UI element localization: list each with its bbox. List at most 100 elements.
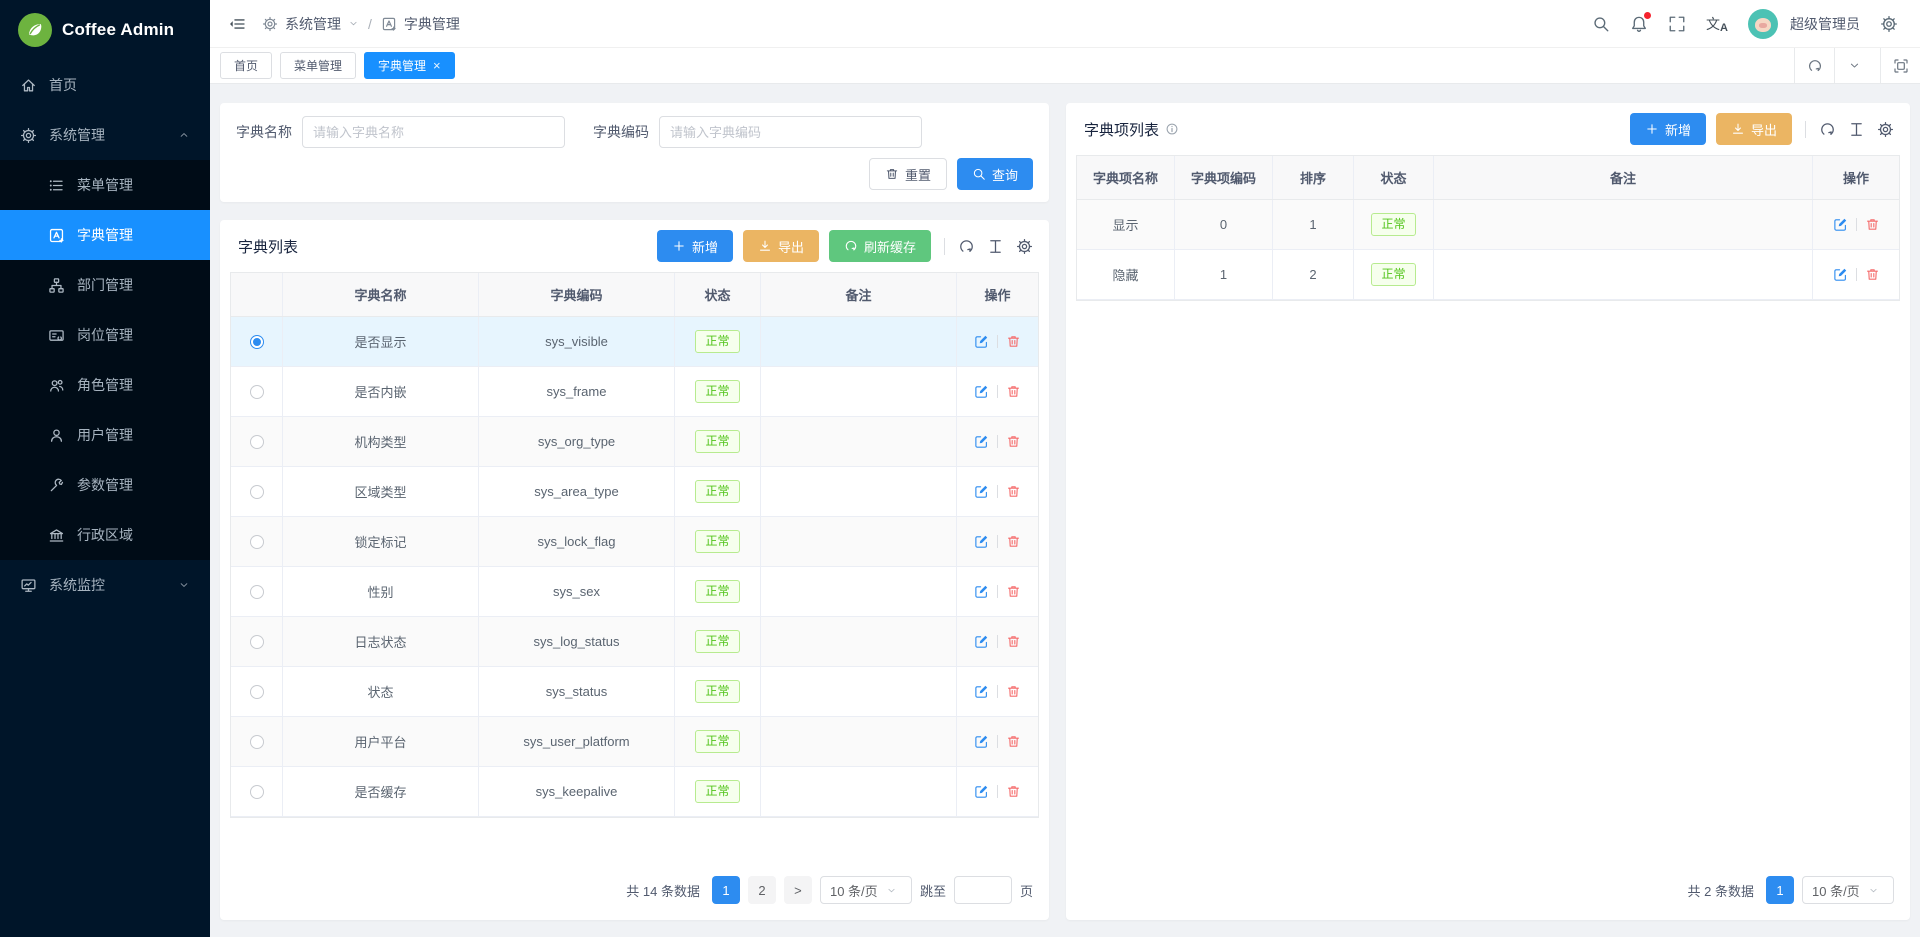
delete-icon[interactable]: [1006, 534, 1021, 549]
row-select-radio[interactable]: [250, 585, 264, 599]
edit-icon[interactable]: [974, 684, 989, 699]
sidebar-item-home[interactable]: 首页: [0, 60, 210, 110]
page-button-1[interactable]: 1: [712, 876, 740, 904]
info-icon[interactable]: [1165, 122, 1179, 136]
export-dict-items-button[interactable]: 导出: [1716, 113, 1792, 145]
delete-icon[interactable]: [1006, 334, 1021, 349]
table-row[interactable]: 锁定标记 sys_lock_flag 正常: [231, 517, 1038, 567]
user-name[interactable]: 超级管理员: [1790, 14, 1860, 34]
delete-icon[interactable]: [1006, 684, 1021, 699]
add-dict-item-button[interactable]: 新增: [1630, 113, 1706, 145]
refresh-icon[interactable]: [1819, 121, 1836, 138]
export-dict-button[interactable]: 导出: [743, 230, 819, 262]
edit-icon[interactable]: [974, 334, 989, 349]
row-select-radio[interactable]: [250, 335, 264, 349]
settings-icon[interactable]: [1016, 238, 1033, 255]
refresh-icon[interactable]: [958, 238, 975, 255]
table-row[interactable]: 是否缓存 sys_keepalive 正常: [231, 767, 1038, 817]
row-select-radio[interactable]: [250, 635, 264, 649]
app-logo[interactable]: Coffee Admin: [0, 0, 210, 60]
search-button[interactable]: 查询: [957, 158, 1033, 190]
content-fullscreen-button[interactable]: [1880, 48, 1920, 84]
density-icon[interactable]: [1848, 121, 1865, 138]
row-select-radio[interactable]: [250, 385, 264, 399]
sidebar-item-param-mgmt[interactable]: 参数管理: [0, 460, 210, 510]
edit-icon[interactable]: [1833, 267, 1848, 282]
page-size-select[interactable]: 10 条/页: [820, 876, 912, 904]
close-tab-icon[interactable]: ×: [433, 59, 441, 72]
next-page-button[interactable]: >: [784, 876, 812, 904]
sidebar-item-system-monitor[interactable]: 系统监控: [0, 560, 210, 610]
row-select-radio[interactable]: [250, 485, 264, 499]
table-row[interactable]: 隐藏 1 2 正常: [1077, 250, 1899, 300]
table-row[interactable]: 显示 0 1 正常: [1077, 200, 1899, 250]
delete-icon[interactable]: [1006, 434, 1021, 449]
user-icon: [48, 427, 65, 444]
page-button-2[interactable]: 2: [748, 876, 776, 904]
table-row[interactable]: 状态 sys_status 正常: [231, 667, 1038, 717]
sidebar-item-dict-mgmt[interactable]: 字典管理: [0, 210, 210, 260]
row-select-radio[interactable]: [250, 685, 264, 699]
tab-dict-mgmt[interactable]: 字典管理 ×: [364, 52, 455, 79]
row-select-radio[interactable]: [250, 735, 264, 749]
edit-icon[interactable]: [974, 734, 989, 749]
density-icon[interactable]: [987, 238, 1004, 255]
table-row[interactable]: 区域类型 sys_area_type 正常: [231, 467, 1038, 517]
tab-options-button[interactable]: [1834, 48, 1874, 84]
page-size-select[interactable]: 10 条/页: [1802, 876, 1894, 904]
fullscreen-icon[interactable]: [1668, 15, 1686, 33]
table-row[interactable]: 用户平台 sys_user_platform 正常: [231, 717, 1038, 767]
table-row[interactable]: 机构类型 sys_org_type 正常: [231, 417, 1038, 467]
delete-icon[interactable]: [1865, 267, 1880, 282]
jump-page-input[interactable]: [954, 876, 1012, 904]
edit-icon[interactable]: [974, 534, 989, 549]
row-select-radio[interactable]: [250, 535, 264, 549]
delete-icon[interactable]: [1006, 584, 1021, 599]
table-row[interactable]: 是否显示 sys_visible 正常: [231, 317, 1038, 367]
sidebar-item-role-mgmt[interactable]: 角色管理: [0, 360, 210, 410]
sidebar-item-admin-region[interactable]: 行政区域: [0, 510, 210, 560]
reset-button[interactable]: 重置: [869, 158, 947, 190]
edit-icon[interactable]: [974, 484, 989, 499]
translate-icon[interactable]: 文A: [1706, 14, 1728, 34]
delete-icon[interactable]: [1006, 784, 1021, 799]
item-code-cell: 0: [1175, 200, 1273, 249]
sidebar-item-system-mgmt[interactable]: 系统管理: [0, 110, 210, 160]
delete-icon[interactable]: [1865, 217, 1880, 232]
edit-icon[interactable]: [974, 634, 989, 649]
table-row[interactable]: 是否内嵌 sys_frame 正常: [231, 367, 1038, 417]
settings-icon[interactable]: [1880, 15, 1898, 33]
dict-name-input[interactable]: [302, 116, 565, 148]
table-row[interactable]: 性别 sys_sex 正常: [231, 567, 1038, 617]
tab-menu-mgmt[interactable]: 菜单管理: [280, 52, 356, 79]
delete-icon[interactable]: [1006, 734, 1021, 749]
delete-icon[interactable]: [1006, 634, 1021, 649]
sidebar-item-menu-mgmt[interactable]: 菜单管理: [0, 160, 210, 210]
delete-icon[interactable]: [1006, 384, 1021, 399]
collapse-sidebar-icon[interactable]: [228, 15, 246, 33]
edit-icon[interactable]: [974, 784, 989, 799]
search-icon[interactable]: [1592, 15, 1610, 33]
sidebar-item-post-mgmt[interactable]: 岗位管理: [0, 310, 210, 360]
sidebar-item-user-mgmt[interactable]: 用户管理: [0, 410, 210, 460]
avatar[interactable]: [1748, 9, 1778, 39]
settings-icon[interactable]: [1877, 121, 1894, 138]
breadcrumb-page[interactable]: 字典管理: [404, 14, 460, 34]
tab-home[interactable]: 首页: [220, 52, 272, 79]
page-button-1[interactable]: 1: [1766, 876, 1794, 904]
row-select-radio[interactable]: [250, 785, 264, 799]
edit-icon[interactable]: [974, 584, 989, 599]
add-dict-button[interactable]: 新增: [657, 230, 733, 262]
edit-icon[interactable]: [974, 434, 989, 449]
notifications-button[interactable]: [1630, 15, 1648, 33]
breadcrumb-section[interactable]: 系统管理: [285, 14, 341, 34]
refresh-cache-button[interactable]: 刷新缓存: [829, 230, 931, 262]
delete-icon[interactable]: [1006, 484, 1021, 499]
refresh-tab-button[interactable]: [1794, 48, 1834, 84]
row-select-radio[interactable]: [250, 435, 264, 449]
sidebar-item-dept-mgmt[interactable]: 部门管理: [0, 260, 210, 310]
dict-code-input[interactable]: [659, 116, 922, 148]
table-row[interactable]: 日志状态 sys_log_status 正常: [231, 617, 1038, 667]
edit-icon[interactable]: [974, 384, 989, 399]
edit-icon[interactable]: [1833, 217, 1848, 232]
